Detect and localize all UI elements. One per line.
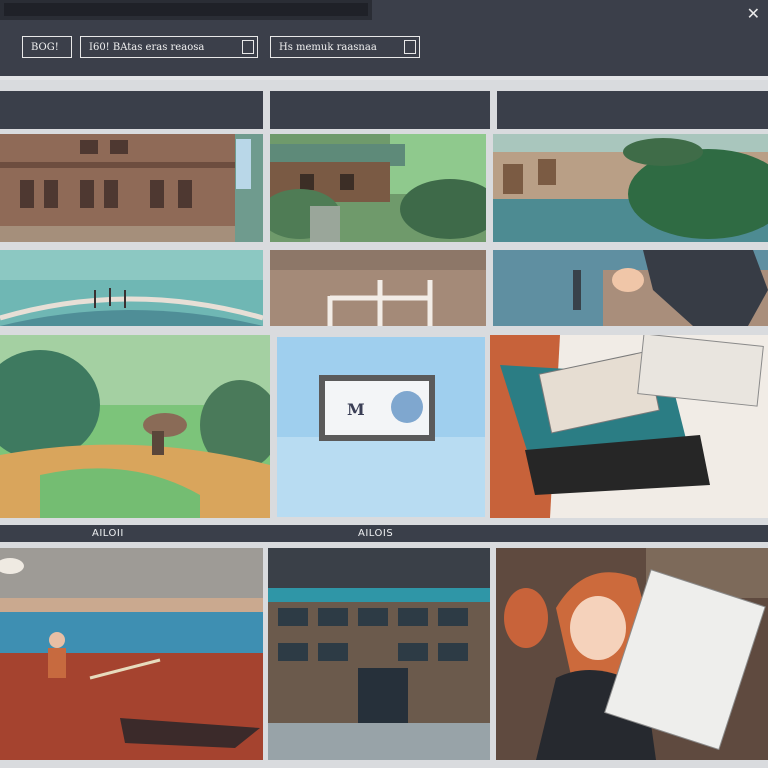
river-icon: [493, 134, 768, 242]
tile-photo-frame[interactable]: M: [277, 337, 485, 517]
park-icon: [0, 335, 270, 518]
close-icon[interactable]: ✕: [747, 4, 760, 23]
title-strip: [0, 0, 372, 20]
toolbar-field-2[interactable]: I60! BAtas eras reaosa: [80, 36, 258, 58]
tile-stadium-runner[interactable]: [0, 548, 263, 760]
tile-woman-with-book[interactable]: [496, 548, 768, 760]
bridge-icon: [0, 250, 263, 326]
stadium-icon: [0, 548, 263, 760]
person-icon: [493, 250, 768, 326]
toolbar: BOG! I60! BAtas eras reaosa Hs memuk raa…: [0, 0, 768, 80]
tile-reading-papers[interactable]: [490, 335, 768, 518]
photo-caption: M: [347, 400, 365, 419]
tile-brick-building[interactable]: [0, 134, 263, 242]
tile-park-path[interactable]: [0, 335, 270, 518]
caption-left: AILOII: [92, 528, 124, 539]
building-icon: [268, 548, 490, 760]
photo-frame-icon: M: [277, 337, 485, 517]
tile-bridge[interactable]: [0, 250, 263, 326]
tile-fence[interactable]: [270, 250, 486, 326]
column-header-1: [0, 91, 263, 129]
building-icon: [0, 134, 263, 242]
toolbar-field-1[interactable]: BOG!: [22, 36, 72, 58]
checkbox-icon[interactable]: [404, 40, 416, 54]
checkbox-icon[interactable]: [242, 40, 254, 54]
toolbar-field-3-label: Hs memuk raasnaa: [279, 42, 377, 53]
tile-garden-house[interactable]: [270, 134, 486, 242]
document-icon: [490, 335, 768, 518]
house-icon: [270, 134, 486, 242]
column-header-3: [497, 91, 768, 129]
toolbar-field-3[interactable]: Hs memuk raasnaa: [270, 36, 420, 58]
fence-icon: [270, 250, 486, 326]
tile-person-by-water[interactable]: [493, 250, 768, 326]
tile-building-facade[interactable]: [268, 548, 490, 760]
caption-right: AILOIS: [358, 528, 394, 539]
tile-river-landscape[interactable]: [493, 134, 768, 242]
column-header-2: [270, 91, 490, 129]
caption-bar: AILOII AILOIS: [0, 525, 768, 542]
toolbar-field-1-label: BOG!: [31, 42, 59, 53]
book-icon: [496, 548, 768, 760]
toolbar-field-2-label: I60! BAtas eras reaosa: [89, 42, 205, 53]
